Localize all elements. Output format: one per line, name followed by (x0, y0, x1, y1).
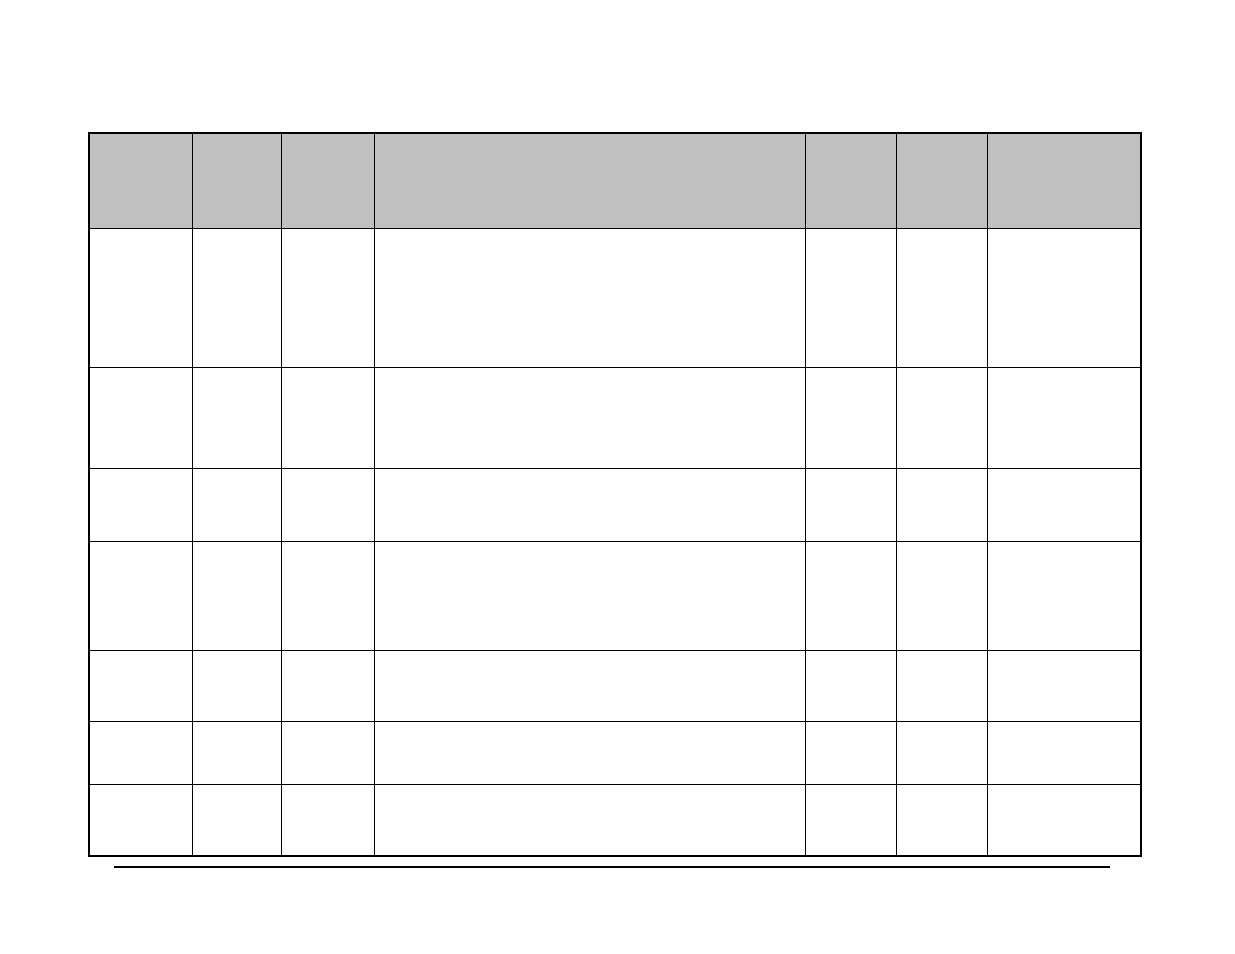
cell (282, 542, 375, 651)
cell (897, 229, 988, 368)
col-header-1 (89, 133, 193, 229)
cell (375, 785, 806, 857)
table-row (89, 368, 1141, 469)
cell (806, 722, 897, 785)
table-row (89, 469, 1141, 542)
cell (89, 651, 193, 722)
cell (806, 469, 897, 542)
cell (193, 722, 282, 785)
cell (375, 229, 806, 368)
cell (193, 651, 282, 722)
data-table (88, 132, 1142, 857)
table-row (89, 229, 1141, 368)
cell (375, 469, 806, 542)
cell (193, 542, 282, 651)
page (0, 0, 1235, 954)
cell (806, 229, 897, 368)
col-header-3 (282, 133, 375, 229)
cell (897, 368, 988, 469)
cell (282, 722, 375, 785)
cell (988, 229, 1142, 368)
cell (193, 785, 282, 857)
cell (193, 229, 282, 368)
table-row (89, 785, 1141, 857)
cell (897, 722, 988, 785)
cell (988, 722, 1142, 785)
cell (988, 651, 1142, 722)
cell (897, 651, 988, 722)
cell (988, 368, 1142, 469)
cell (193, 469, 282, 542)
cell (375, 368, 806, 469)
cell (89, 229, 193, 368)
cell (806, 368, 897, 469)
cell (282, 469, 375, 542)
table-header-row (89, 133, 1141, 229)
cell (988, 469, 1142, 542)
col-header-5 (806, 133, 897, 229)
cell (89, 542, 193, 651)
cell (897, 469, 988, 542)
cell (282, 651, 375, 722)
cell (806, 785, 897, 857)
col-header-2 (193, 133, 282, 229)
cell (89, 722, 193, 785)
cell (375, 722, 806, 785)
cell (282, 785, 375, 857)
cell (897, 542, 988, 651)
cell (282, 229, 375, 368)
table-row (89, 722, 1141, 785)
col-header-4 (375, 133, 806, 229)
col-header-7 (988, 133, 1142, 229)
cell (282, 368, 375, 469)
table-row (89, 651, 1141, 722)
cell (89, 469, 193, 542)
cell (89, 368, 193, 469)
cell (375, 542, 806, 651)
cell (193, 368, 282, 469)
table-row (89, 542, 1141, 651)
col-header-6 (897, 133, 988, 229)
cell (89, 785, 193, 857)
cell (897, 785, 988, 857)
footer-divider (114, 866, 1110, 868)
cell (988, 542, 1142, 651)
cell (806, 651, 897, 722)
cell (375, 651, 806, 722)
cell (806, 542, 897, 651)
cell (988, 785, 1142, 857)
